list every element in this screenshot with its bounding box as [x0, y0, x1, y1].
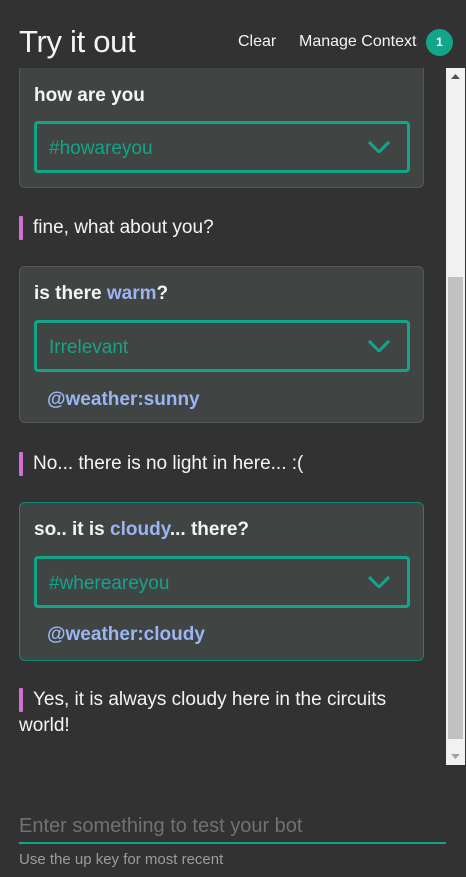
scrollbar-thumb[interactable] [448, 277, 463, 739]
chevron-down-icon [368, 340, 390, 352]
input-hint: Use the up key for most recent [19, 851, 224, 868]
clear-button[interactable]: Clear [238, 33, 276, 51]
user-question: how are you [34, 85, 145, 106]
manage-context-button[interactable]: Manage Context [299, 33, 416, 51]
user-message-card: so.. it is cloudy... there? #whereareyou… [19, 502, 424, 661]
bot-reply: No... there is no light in here... :( [19, 451, 414, 477]
chat-input[interactable] [19, 810, 446, 844]
header: Try it out Clear Manage Context 1 [0, 0, 466, 68]
page-title: Try it out [19, 24, 136, 59]
bot-reply: fine, what about you? [19, 215, 414, 241]
bot-reply-text: Yes, it is always cloudy here in the cir… [19, 689, 387, 736]
intent-dropdown[interactable]: Irrelevant [34, 320, 410, 372]
user-question: so.. it is cloudy... there? [34, 519, 250, 540]
entity-tag[interactable]: @weather:cloudy [47, 624, 205, 646]
chat-input-wrapper [19, 810, 446, 844]
conversation-panel: how are you #howareyou fine, what about … [0, 68, 445, 765]
intent-dropdown[interactable]: #howareyou [34, 121, 410, 173]
chevron-down-icon [368, 576, 390, 588]
entity-highlight[interactable]: warm [107, 283, 157, 304]
user-question: is there warm? [34, 283, 169, 304]
scroll-up-arrow-icon[interactable] [446, 68, 465, 85]
intent-dropdown[interactable]: #whereareyou [34, 556, 410, 608]
intent-value: #whereareyou [49, 573, 170, 594]
scroll-down-arrow-icon[interactable] [446, 748, 465, 765]
entity-highlight[interactable]: cloudy [110, 519, 170, 540]
entity-tag[interactable]: @weather:sunny [47, 389, 200, 411]
bot-reply: Yes, it is always cloudy here in the cir… [19, 687, 414, 739]
scrollbar[interactable] [446, 68, 465, 765]
user-message-card: how are you #howareyou [19, 68, 424, 188]
bot-reply-text: No... there is no light in here... :( [33, 453, 304, 474]
context-count-badge[interactable]: 1 [426, 29, 453, 56]
user-message-card: is there warm? Irrelevant @weather:sunny [19, 266, 424, 423]
chevron-down-icon [368, 141, 390, 153]
intent-value: #howareyou [49, 138, 153, 159]
bot-reply-text: fine, what about you? [33, 217, 214, 238]
intent-value: Irrelevant [49, 337, 129, 358]
